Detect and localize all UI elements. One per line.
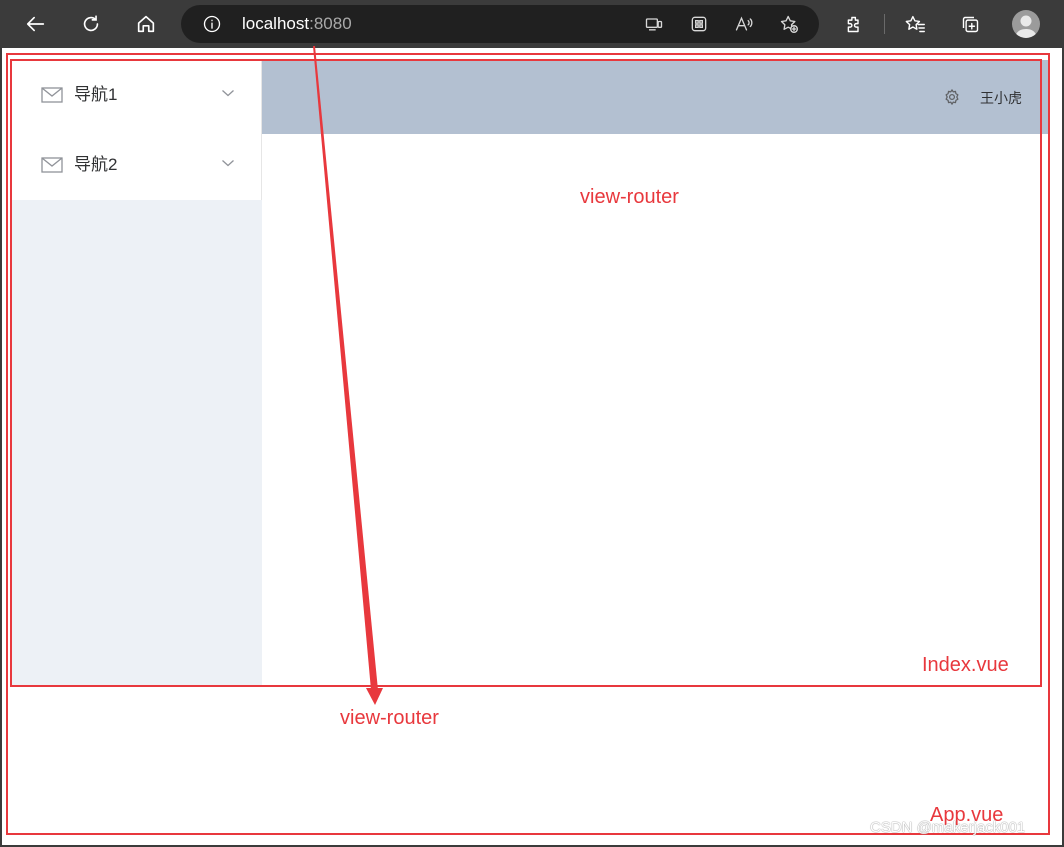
- annotation-arrow: [313, 46, 383, 705]
- index-vue-label: Index.vue: [922, 654, 1009, 676]
- arrow-head: [366, 688, 383, 705]
- inner-router-label: view-router: [580, 186, 679, 208]
- arrow-shaft: [313, 46, 378, 690]
- csdn-watermark: CSDN @makerjack001: [870, 819, 1026, 836]
- outer-router-label: view-router: [340, 707, 439, 729]
